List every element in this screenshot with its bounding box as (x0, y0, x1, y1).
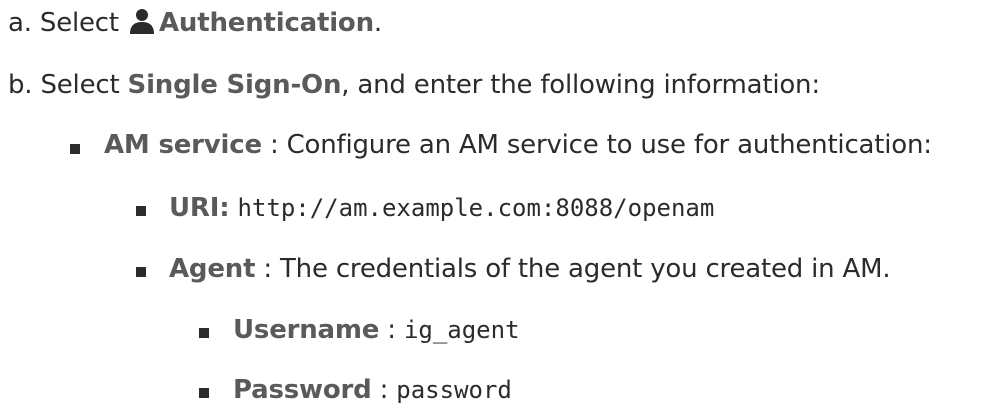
step-a: a. Select Authentication. (8, 6, 382, 40)
username-separator: : (379, 315, 404, 345)
step-b-prefix: Select (40, 70, 120, 100)
password-label: Password (233, 375, 372, 405)
step-a-marker: a. (8, 8, 32, 38)
bullet-password (199, 388, 209, 398)
am-service-text: : Configure an AM service to use for aut… (261, 130, 932, 160)
person-icon (129, 8, 155, 34)
password-item: Password : password (233, 373, 512, 407)
uri-label: URI: (169, 193, 230, 223)
username-value: ig_agent (403, 316, 520, 344)
bullet-uri (136, 206, 146, 216)
username-label: Username (233, 315, 380, 345)
agent-label: Agent (169, 254, 256, 284)
password-separator: : (371, 375, 397, 405)
step-a-suffix: . (373, 8, 382, 38)
step-b-suffix: , and enter the following information: (341, 70, 820, 100)
bullet-agent (136, 267, 146, 277)
authentication-menu-item: Authentication (158, 8, 374, 38)
uri-item: URI: http://am.example.com:8088/openam (169, 191, 714, 225)
step-b-marker: b. (8, 70, 33, 100)
am-service-item: AM service : Configure an AM service to … (104, 128, 932, 162)
uri-value: http://am.example.com:8088/openam (237, 194, 715, 222)
bullet-am-service (70, 144, 80, 154)
am-service-label: AM service (104, 130, 262, 160)
username-item: Username : ig_agent (233, 313, 520, 347)
single-sign-on-menu-item: Single Sign-On (127, 70, 342, 100)
step-b: b. Select Single Sign-On, and enter the … (8, 68, 820, 102)
password-value: password (396, 376, 512, 404)
bullet-username (199, 328, 209, 338)
agent-text: : The credentials of the agent you creat… (255, 254, 891, 284)
agent-item: Agent : The credentials of the agent you… (169, 252, 891, 286)
step-a-prefix: Select (39, 8, 119, 38)
